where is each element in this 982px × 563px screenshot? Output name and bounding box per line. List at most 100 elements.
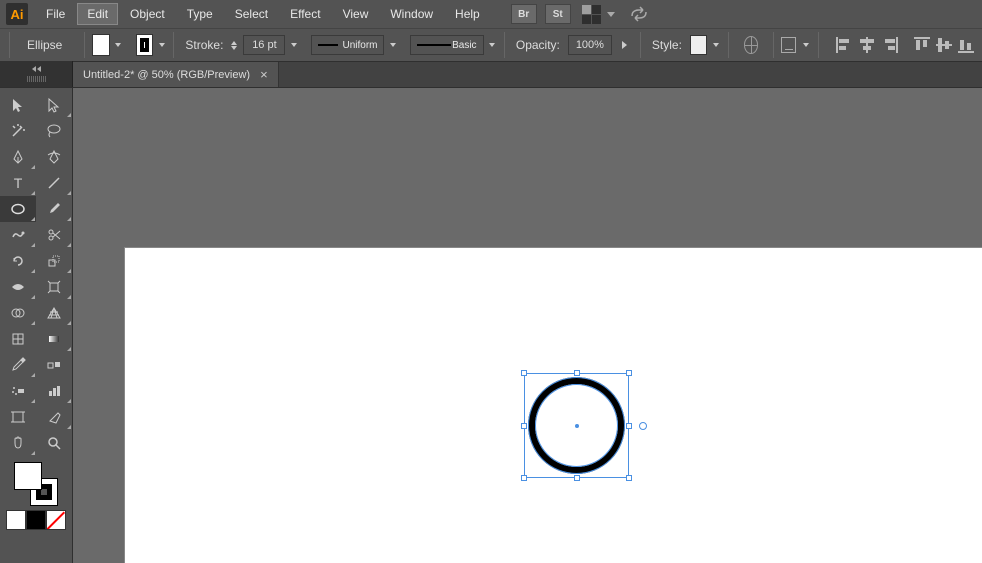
stroke-stepper[interactable] <box>231 41 237 50</box>
align-hcenter-icon[interactable] <box>858 37 876 53</box>
zoom-tool[interactable] <box>36 430 72 456</box>
tab-close-button[interactable]: × <box>260 67 268 82</box>
color-mode-gradient[interactable] <box>26 510 46 530</box>
handle-top-left[interactable] <box>521 370 527 376</box>
stroke-weight-input[interactable] <box>243 35 285 55</box>
align-vcenter-icon[interactable] <box>936 37 954 53</box>
selection-center-icon <box>575 424 579 428</box>
brush-dropdown[interactable] <box>488 34 497 56</box>
gradient-tool[interactable] <box>36 326 72 352</box>
handle-top-right[interactable] <box>626 370 632 376</box>
align-left-icon[interactable] <box>836 37 854 53</box>
handle-bot-left[interactable] <box>521 475 527 481</box>
menu-view[interactable]: View <box>333 3 379 25</box>
magic-wand-tool[interactable] <box>0 118 36 144</box>
canvas-viewport[interactable] <box>73 88 982 563</box>
fill-dropdown[interactable] <box>114 34 123 56</box>
direct-selection-tool[interactable] <box>36 92 72 118</box>
rotate-tool[interactable] <box>0 248 36 274</box>
stroke-swatch[interactable] <box>136 34 154 56</box>
brush-label: Uniform <box>342 40 377 51</box>
color-mode-none[interactable] <box>46 510 66 530</box>
handle-mid-right[interactable] <box>626 423 632 429</box>
column-graph-tool[interactable] <box>36 378 72 404</box>
chevron-down-icon <box>607 12 615 17</box>
lasso-tool[interactable] <box>36 118 72 144</box>
menu-file[interactable]: File <box>36 3 75 25</box>
eyedropper-tool[interactable] <box>0 352 36 378</box>
panel-collapse-button[interactable] <box>0 61 73 87</box>
menu-type[interactable]: Type <box>177 3 223 25</box>
color-mode-row <box>6 510 66 530</box>
fill-color-icon[interactable] <box>14 462 42 490</box>
width-profile-dropdown[interactable] <box>388 34 397 56</box>
arrange-documents-button[interactable] <box>582 5 615 24</box>
handle-top-mid[interactable] <box>574 370 580 376</box>
scale-tool[interactable] <box>36 248 72 274</box>
opacity-label: Opacity: <box>516 38 560 52</box>
selected-tool-label: Ellipse <box>17 38 77 52</box>
svg-text:T: T <box>14 175 23 191</box>
line-tool[interactable] <box>36 170 72 196</box>
main-area: T <box>0 88 982 563</box>
menu-help[interactable]: Help <box>445 3 490 25</box>
free-transform-tool[interactable] <box>36 274 72 300</box>
stroke-weight-dropdown[interactable] <box>289 34 298 56</box>
align-bottom-icon[interactable] <box>958 37 976 53</box>
profile-label: Basic <box>452 40 476 51</box>
brush-definition[interactable]: Basic <box>410 35 483 55</box>
sync-settings-icon[interactable] <box>629 6 649 22</box>
stroke-label: Stroke: <box>185 38 223 52</box>
graphic-style-swatch[interactable] <box>690 35 708 55</box>
perspective-grid-tool[interactable] <box>36 300 72 326</box>
align-top-icon[interactable] <box>914 37 932 53</box>
color-mode-solid[interactable] <box>6 510 26 530</box>
doc-dropdown[interactable] <box>802 34 811 56</box>
tools-panel: T <box>0 88 73 563</box>
shape-builder-tool[interactable] <box>0 300 36 326</box>
style-label: Style: <box>652 38 682 52</box>
stock-button[interactable]: St <box>545 4 571 24</box>
menu-edit[interactable]: Edit <box>77 3 118 25</box>
menu-bar: Ai File Edit Object Type Select Effect V… <box>0 0 982 28</box>
stroke-dropdown[interactable] <box>157 34 166 56</box>
menu-select[interactable]: Select <box>225 3 278 25</box>
slice-tool[interactable] <box>36 404 72 430</box>
opacity-input[interactable] <box>568 35 612 55</box>
pen-tool[interactable] <box>0 144 36 170</box>
style-dropdown[interactable] <box>711 34 720 56</box>
width-tool[interactable] <box>0 274 36 300</box>
selection-tool[interactable] <box>0 92 36 118</box>
handle-bot-mid[interactable] <box>574 475 580 481</box>
control-bar: Ellipse Stroke: Uniform Basic Opacity: S… <box>0 28 982 62</box>
variable-width-profile[interactable]: Uniform <box>311 35 384 55</box>
menu-window[interactable]: Window <box>380 3 443 25</box>
scissors-tool[interactable] <box>36 222 72 248</box>
ellipse-tool[interactable] <box>0 196 36 222</box>
symbol-sprayer-tool[interactable] <box>0 378 36 404</box>
paintbrush-tool[interactable] <box>36 196 72 222</box>
selected-ellipse-object[interactable] <box>524 373 629 478</box>
fill-stroke-control[interactable] <box>14 462 58 506</box>
fill-swatch[interactable] <box>92 34 110 56</box>
menu-object[interactable]: Object <box>120 3 175 25</box>
opacity-flyout-icon[interactable] <box>622 41 627 49</box>
curvature-tool[interactable] <box>36 144 72 170</box>
document-tab[interactable]: Untitled-2* @ 50% (RGB/Preview) × <box>73 62 279 87</box>
bridge-button[interactable]: Br <box>511 4 537 24</box>
rotate-handle[interactable] <box>639 422 647 430</box>
recolor-artwork-icon[interactable] <box>744 36 758 54</box>
app-logo-icon: Ai <box>6 3 28 25</box>
tab-title: Untitled-2* @ 50% (RGB/Preview) <box>83 69 250 81</box>
mesh-tool[interactable] <box>0 326 36 352</box>
shaper-tool[interactable] <box>0 222 36 248</box>
handle-bot-right[interactable] <box>626 475 632 481</box>
artboard-tool[interactable] <box>0 404 36 430</box>
hand-tool[interactable] <box>0 430 36 456</box>
blend-tool[interactable] <box>36 352 72 378</box>
align-right-icon[interactable] <box>880 37 898 53</box>
handle-mid-left[interactable] <box>521 423 527 429</box>
type-tool[interactable]: T <box>0 170 36 196</box>
menu-effect[interactable]: Effect <box>280 3 330 25</box>
document-setup-icon[interactable] <box>781 37 795 53</box>
